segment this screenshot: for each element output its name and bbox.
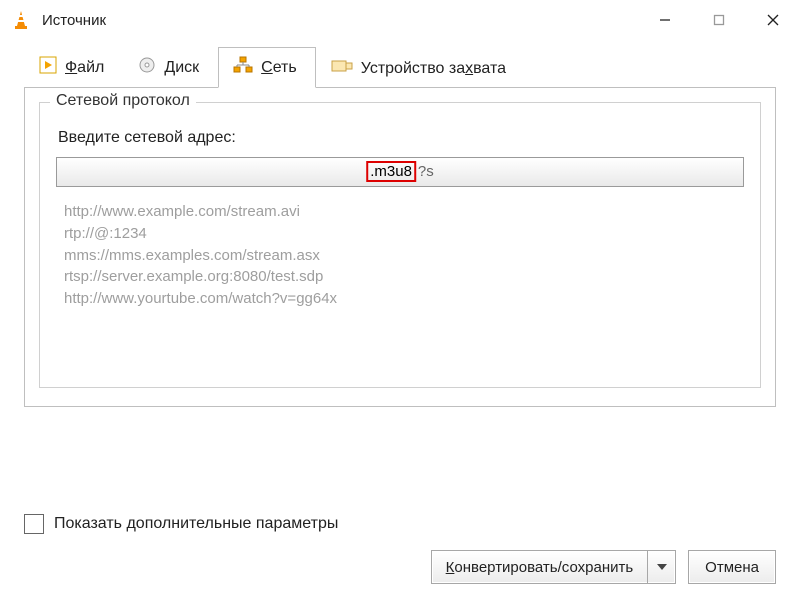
- example-line: rtsp://server.example.org:8080/test.sdp: [64, 266, 744, 288]
- tab-disc-label: Диск: [164, 59, 199, 77]
- example-line: rtp://@:1234: [64, 223, 744, 245]
- show-more-checkbox[interactable]: [24, 514, 44, 534]
- cancel-button[interactable]: Отмена: [688, 550, 776, 584]
- window-minimize-button[interactable]: [638, 0, 692, 40]
- window-titlebar: Источник: [0, 0, 800, 40]
- tabstrip: Файл Диск Сеть Устройств: [0, 40, 800, 88]
- dialog-buttons: Конвертировать/сохранить Отмена: [24, 550, 776, 584]
- tab-network[interactable]: Сеть: [218, 47, 316, 88]
- window-close-button[interactable]: [746, 0, 800, 40]
- file-play-icon: [39, 56, 57, 79]
- window-title: Источник: [42, 12, 638, 29]
- tab-file-label: Файл: [65, 59, 104, 77]
- example-line: http://www.example.com/stream.avi: [64, 201, 744, 223]
- show-more-label: Показать дополнительные параметры: [54, 515, 338, 533]
- network-url-input[interactable]: .m3u8?s: [56, 157, 744, 187]
- network-icon: [233, 56, 253, 79]
- tab-file[interactable]: Файл: [24, 47, 123, 88]
- tab-network-label: Сеть: [261, 59, 297, 77]
- tab-capture[interactable]: Устройство захвата: [316, 49, 525, 88]
- url-tail: ?s: [418, 163, 434, 180]
- network-protocol-group: Сетевой протокол Введите сетевой адрес: …: [39, 102, 761, 388]
- tab-disc[interactable]: Диск: [123, 47, 218, 88]
- convert-save-button[interactable]: Конвертировать/сохранить: [431, 550, 677, 584]
- window-controls: [638, 0, 800, 40]
- group-title: Сетевой протокол: [50, 92, 196, 110]
- tab-panel: Сетевой протокол Введите сетевой адрес: …: [24, 87, 776, 407]
- example-line: mms://mms.examples.com/stream.asx: [64, 245, 744, 267]
- url-highlight: .m3u8: [366, 161, 416, 182]
- example-line: http://www.yourtube.com/watch?v=gg64x: [64, 288, 744, 310]
- url-examples: http://www.example.com/stream.avi rtp://…: [64, 201, 744, 310]
- convert-save-dropdown[interactable]: [647, 551, 675, 583]
- capture-device-icon: [331, 58, 353, 79]
- show-more-row[interactable]: Показать дополнительные параметры: [24, 514, 776, 534]
- window-maximize-button[interactable]: [692, 0, 746, 40]
- vlc-cone-icon: [10, 9, 32, 31]
- dialog-bottom: Показать дополнительные параметры Конвер…: [0, 514, 800, 600]
- address-prompt: Введите сетевой адрес:: [58, 129, 744, 147]
- tab-capture-label: Устройство захвата: [361, 60, 506, 78]
- disc-icon: [138, 56, 156, 79]
- cancel-label: Отмена: [705, 559, 759, 576]
